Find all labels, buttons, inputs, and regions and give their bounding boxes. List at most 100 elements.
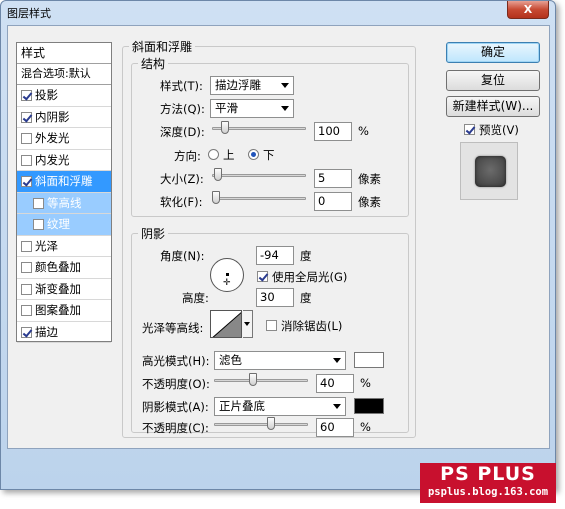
style-list-item[interactable]: 颜色叠加 [17,257,111,279]
style-list-items: 投影内阴影外发光内发光 斜面和浮雕等高线纹理光泽 颜色叠加渐变叠加图案叠加描边 [17,85,111,343]
highlight-mode-select[interactable]: 滤色 [214,351,346,370]
direction-up-radio[interactable] [208,149,219,160]
style-list-item[interactable]: 描边 [17,322,111,343]
style-item-checkbox[interactable] [21,305,32,316]
style-item-label: 纹理 [47,217,70,231]
gloss-contour-preview[interactable] [210,310,242,338]
style-list-item[interactable]: 内阴影 [17,107,111,128]
layer-style-dialog: 图层样式 X 样式 混合选项:默认 投影内阴影外发光内发光 斜面和浮雕等高线纹理光… [0,0,556,490]
style-item-checkbox[interactable] [33,197,44,209]
shadow-opacity-input[interactable]: 60 [316,418,354,437]
direction-down-radio[interactable] [248,149,259,160]
style-list-item[interactable]: 外发光 [17,128,111,150]
highlight-opacity-input[interactable]: 40 [316,374,354,393]
soften-slider-thumb[interactable] [212,191,220,204]
shadow-color-swatch[interactable] [354,398,384,414]
style-item-checkbox[interactable] [33,219,44,230]
style-item-checkbox[interactable] [21,111,32,123]
altitude-input[interactable]: 30 [256,288,294,307]
antialias-checkbox[interactable] [266,320,277,331]
preview-shape [475,156,506,187]
watermark-url: psplus.blog.163.com [427,486,549,498]
antialias-label: 消除锯齿(L) [281,319,343,333]
bevel-emboss-group: 斜面和浮雕 结构 样式(T): 描边浮雕 方法(Q): 平滑 深度(D): 10… [122,38,416,438]
blend-options-item[interactable]: 混合选项:默认 [17,64,111,85]
style-item-label: 描边 [35,324,58,339]
shadow-mode-value: 正片叠底 [219,399,265,413]
style-item-label: 等高线 [47,195,82,210]
style-item-checkbox[interactable] [21,133,32,144]
style-list-item[interactable]: 内发光 [17,150,111,171]
style-list-header[interactable]: 样式 [17,43,111,64]
highlight-opacity-track[interactable] [214,379,308,382]
preview-checkbox[interactable] [464,124,475,135]
style-item-checkbox[interactable] [21,262,32,273]
chevron-down-icon [281,106,289,111]
style-list-item[interactable]: 纹理 [17,214,111,236]
gloss-contour-dropdown[interactable] [243,310,253,338]
direction-down-label: 下 [263,148,275,162]
highlight-mode-value: 滤色 [219,353,242,367]
style-select[interactable]: 描边浮雕 [210,76,294,95]
style-list-item[interactable]: 斜面和浮雕 [17,171,111,193]
structure-title: 结构 [138,55,169,72]
highlight-opacity-unit: % [360,376,371,390]
soften-unit: 像素 [358,195,381,209]
style-item-label: 投影 [35,88,58,102]
ok-button[interactable]: 确定 [446,42,540,63]
style-list-item[interactable]: 图案叠加 [17,300,111,322]
style-item-checkbox[interactable] [21,154,32,166]
size-slider-thumb[interactable] [213,168,222,181]
close-button[interactable]: X [507,1,549,19]
depth-input[interactable]: 100 [314,122,352,141]
chevron-down-icon [333,358,341,363]
style-list-item[interactable]: 光泽 [17,236,111,257]
style-item-checkbox[interactable] [21,283,32,295]
style-item-checkbox[interactable] [21,176,32,187]
style-list-item[interactable]: 投影 [17,85,111,107]
highlight-mode-label: 高光模式(H): [142,354,210,368]
style-list-item[interactable]: 等高线 [17,192,111,214]
technique-select-value: 平滑 [215,101,238,115]
style-list-item[interactable]: 渐变叠加 [17,279,111,300]
chevron-down-icon [281,83,289,88]
shadow-opacity-thumb[interactable] [266,417,275,430]
depth-slider-thumb[interactable] [220,121,229,134]
style-label: 样式(T): [160,79,203,93]
global-light-checkbox[interactable] [257,271,268,282]
style-item-checkbox[interactable] [21,90,32,101]
shading-group: 阴影 角度(N): ✛ -94 度 使用全局光(G) 高度: 30 度 光泽等高… [131,225,409,437]
chevron-down-icon [244,322,250,326]
highlight-opacity-label: 不透明度(O): [142,377,210,391]
window-title: 图层样式 [7,7,51,20]
technique-select[interactable]: 平滑 [210,99,294,118]
size-input[interactable]: 5 [314,169,352,188]
angle-input[interactable]: -94 [256,246,294,265]
soften-input[interactable]: 0 [314,192,352,211]
depth-label: 深度(D): [160,125,205,139]
depth-unit: % [358,124,369,138]
style-item-label: 外发光 [35,131,70,145]
style-item-checkbox[interactable] [21,240,32,252]
reset-button[interactable]: 复位 [446,70,540,91]
size-unit: 像素 [358,172,381,186]
structure-group: 结构 样式(T): 描边浮雕 方法(Q): 平滑 深度(D): 100 % 方向… [131,55,409,217]
size-label: 大小(Z): [160,172,204,186]
size-slider-track[interactable] [212,174,306,177]
crosshair-icon: ✛ [223,278,231,288]
angle-dial[interactable]: ✛ [210,258,244,292]
shadow-opacity-track[interactable] [214,423,308,426]
highlight-color-swatch[interactable] [354,352,384,368]
title-bar[interactable]: 图层样式 X [1,1,555,23]
chevron-down-icon [333,404,341,409]
watermark-title: PS PLUS [440,463,536,485]
style-item-label: 渐变叠加 [35,281,81,296]
shadow-mode-label: 阴影模式(A): [142,400,209,414]
style-item-checkbox[interactable] [21,326,32,338]
watermark-logo: PS PLUS psplus.blog.163.com [420,463,556,503]
soften-slider-track[interactable] [212,197,306,200]
style-list: 样式 混合选项:默认 投影内阴影外发光内发光 斜面和浮雕等高线纹理光泽 颜色叠加渐变… [16,42,112,343]
shadow-mode-select[interactable]: 正片叠底 [214,397,346,416]
new-style-button[interactable]: 新建样式(W)... [446,96,540,117]
highlight-opacity-thumb[interactable] [249,373,258,386]
